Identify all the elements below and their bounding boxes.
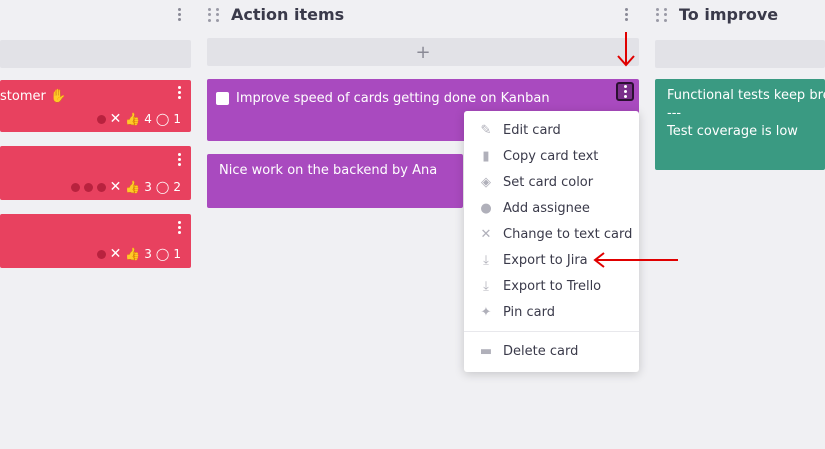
menu-item-pin-card[interactable]: ✦ Pin card bbox=[464, 299, 639, 325]
menu-item-add-assignee[interactable]: ● Add assignee bbox=[464, 195, 639, 221]
annotation-arrow-left bbox=[593, 252, 678, 268]
card-text: Improve speed of cards getting done on K… bbox=[236, 91, 550, 106]
card-text-line: Test coverage is low bbox=[667, 124, 798, 139]
vote-dot-icon[interactable] bbox=[96, 249, 106, 259]
comment-count: 1 bbox=[173, 112, 181, 126]
card-text: Nice work on the backend by Ana bbox=[219, 163, 438, 178]
card-text-line: --- bbox=[667, 106, 682, 121]
menu-item-copy-card-text[interactable]: ▮ Copy card text bbox=[464, 143, 639, 169]
menu-item-edit-card[interactable]: ✎ Edit card bbox=[464, 117, 639, 143]
add-card-button[interactable]: + bbox=[207, 38, 639, 66]
card-menu-icon[interactable] bbox=[177, 86, 181, 99]
user-plus-icon: ● bbox=[480, 200, 492, 216]
download-icon: ⤓ bbox=[483, 252, 489, 268]
close-icon[interactable]: ✕ bbox=[110, 111, 122, 127]
menu-item-set-card-color[interactable]: ◈ Set card color bbox=[464, 169, 639, 195]
drag-handle-icon[interactable] bbox=[656, 8, 668, 22]
vote-dot-icon[interactable] bbox=[96, 114, 106, 124]
vote-dot-icon[interactable] bbox=[83, 182, 93, 192]
drag-handle-icon[interactable] bbox=[208, 8, 220, 22]
download-icon: ⤓ bbox=[483, 278, 489, 294]
pencil-icon: ✎ bbox=[480, 122, 492, 138]
clipboard-icon: ▮ bbox=[482, 148, 490, 164]
plus-icon: + bbox=[415, 41, 431, 63]
column-menu-icon[interactable] bbox=[177, 8, 181, 21]
like-count: 3 bbox=[144, 180, 152, 194]
comment-icon[interactable]: ◯ bbox=[156, 112, 169, 126]
comment-count: 1 bbox=[173, 247, 181, 261]
card-menu-icon[interactable] bbox=[177, 153, 181, 166]
trash-icon: ▬ bbox=[479, 343, 493, 359]
thumbs-up-icon[interactable]: 👍 bbox=[125, 247, 140, 261]
card-checkbox[interactable] bbox=[216, 92, 229, 105]
kebab-icon bbox=[623, 85, 627, 98]
card[interactable]: ✕ 👍 3 ◯ 2 bbox=[0, 146, 191, 200]
comment-icon[interactable]: ◯ bbox=[156, 180, 169, 194]
comment-icon[interactable]: ◯ bbox=[156, 247, 169, 261]
menu-item-delete-card[interactable]: ▬ Delete card bbox=[464, 338, 639, 364]
menu-item-export-to-trello[interactable]: ⤓ Export to Trello bbox=[464, 273, 639, 299]
card[interactable]: Nice work on the backend by Ana bbox=[207, 154, 463, 208]
x-icon: ✕ bbox=[480, 226, 492, 242]
close-icon[interactable]: ✕ bbox=[110, 246, 122, 262]
paint-bucket-icon: ◈ bbox=[481, 174, 491, 190]
card[interactable]: ✕ 👍 3 ◯ 1 bbox=[0, 214, 191, 268]
like-count: 3 bbox=[144, 247, 152, 261]
pin-icon: ✦ bbox=[480, 304, 492, 320]
card[interactable]: Functional tests keep brea --- Test cove… bbox=[655, 79, 825, 170]
card-menu-icon[interactable] bbox=[177, 221, 181, 234]
vote-dot-icon[interactable] bbox=[96, 182, 106, 192]
vote-dot-icon[interactable] bbox=[70, 182, 80, 192]
menu-divider bbox=[464, 331, 639, 332]
card-context-menu: ✎ Edit card ▮ Copy card text ◈ Set card … bbox=[464, 111, 639, 372]
column-title-to-improve: To improve bbox=[679, 5, 779, 24]
column-title-action-items: Action items bbox=[231, 5, 345, 24]
thumbs-up-icon[interactable]: 👍 bbox=[125, 180, 140, 194]
card-text-line: Functional tests keep brea bbox=[667, 88, 825, 103]
add-card-bar-left[interactable] bbox=[0, 40, 191, 68]
card-text: stomer ✋ bbox=[0, 89, 67, 104]
add-card-bar-right[interactable] bbox=[655, 40, 825, 68]
annotation-arrow-down bbox=[617, 32, 635, 67]
column-menu-icon[interactable] bbox=[624, 8, 628, 21]
close-icon[interactable]: ✕ bbox=[110, 179, 122, 195]
comment-count: 2 bbox=[173, 180, 181, 194]
menu-item-change-to-text-card[interactable]: ✕ Change to text card bbox=[464, 221, 639, 247]
thumbs-up-icon[interactable]: 👍 bbox=[125, 112, 140, 126]
card[interactable]: stomer ✋ ✕ 👍 4 ◯ 1 bbox=[0, 80, 191, 132]
card-menu-button[interactable] bbox=[616, 82, 634, 101]
like-count: 4 bbox=[144, 112, 152, 126]
